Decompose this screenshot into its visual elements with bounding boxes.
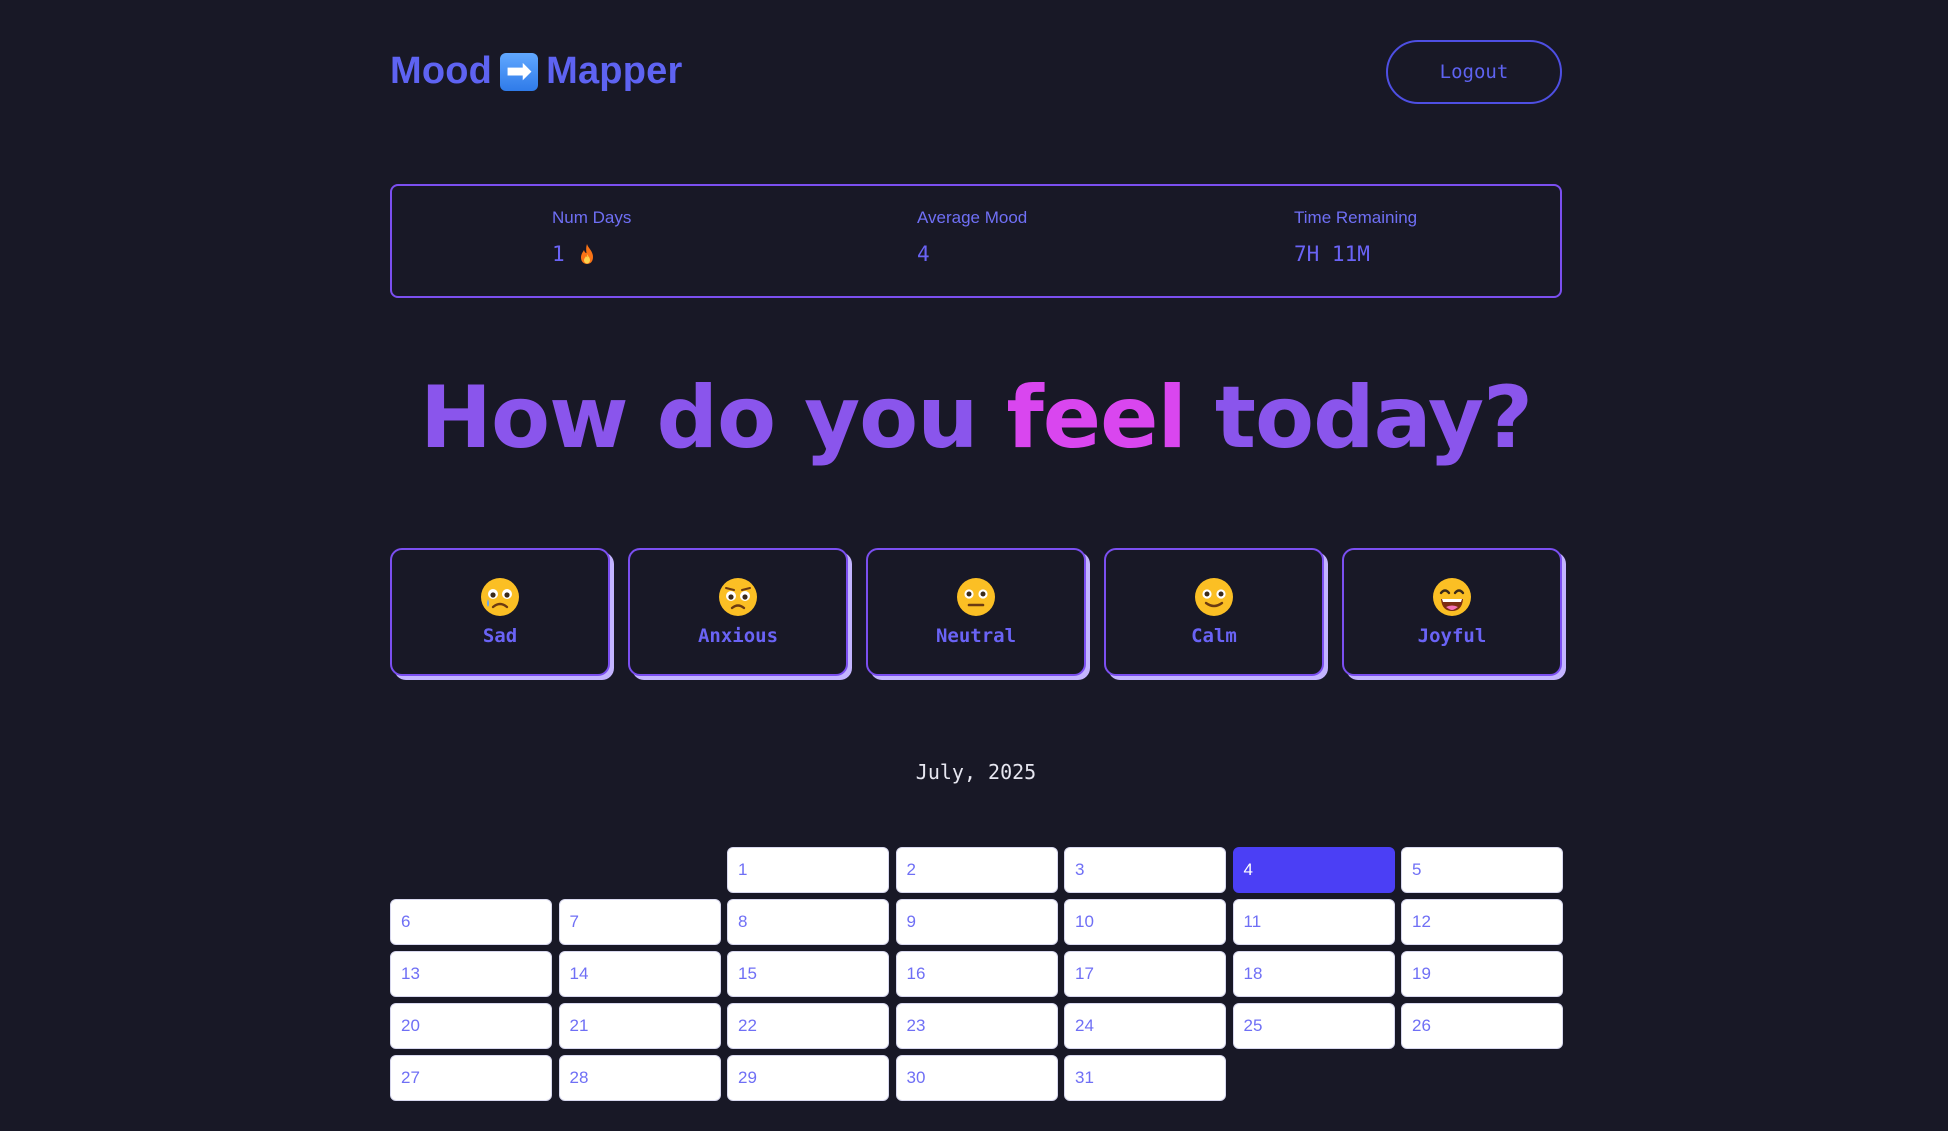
calendar-day-22[interactable]: 22 [727,1003,889,1049]
logout-button[interactable]: Logout [1386,40,1562,104]
time-remaining-value: 7H 11M [1294,242,1370,266]
page-title: How do you feel today? [390,368,1562,468]
calendar-day-10[interactable]: 10 [1064,899,1226,945]
slightly-smiling-face-icon [1195,578,1233,616]
calendar-day-27[interactable]: 27 [390,1055,552,1101]
crying-face-icon [481,578,519,616]
calendar-day-17[interactable]: 17 [1064,951,1226,997]
calendar-day-5[interactable]: 5 [1401,847,1563,893]
calendar-day-3[interactable]: 3 [1064,847,1226,893]
neutral-face-icon [957,578,995,616]
grinning-face-icon [1433,578,1471,616]
mood-label: Neutral [935,625,1017,647]
calendar-day-20[interactable]: 20 [390,1003,552,1049]
mood-button-anxious[interactable]: Anxious [628,548,848,676]
calendar-day-7[interactable]: 7 [558,899,721,945]
average-mood-value: 4 [917,242,930,266]
calendar-day-18[interactable]: 18 [1232,951,1395,997]
calendar-day-25[interactable]: 25 [1232,1003,1395,1049]
calendar-day-13[interactable]: 13 [390,951,552,997]
calendar-day-28[interactable]: 28 [558,1055,721,1101]
mood-label: Calm [1191,625,1237,647]
title-part-1: How do you [420,368,1007,468]
worried-face-icon [719,578,757,616]
logo-word-mood: Mood [390,50,493,92]
calendar-day-24[interactable]: 24 [1064,1003,1226,1049]
calendar-day-4[interactable]: 4 [1232,847,1395,893]
calendar-day-29[interactable]: 29 [727,1055,889,1101]
title-part-2: today? [1185,368,1533,468]
stat-label: Average Mood [917,208,1028,227]
calendar-day-19[interactable]: 19 [1401,951,1563,997]
logo-word-mapper: Mapper [546,50,683,92]
stat-label: Time Remaining [1294,208,1418,227]
stat-num-days: Num Days 1 [552,208,631,266]
app-root: Mood ➡ Mapper Logout Num Days 1 Average … [0,0,1948,1131]
logo[interactable]: Mood ➡ Mapper [390,50,682,93]
calendar-day-8[interactable]: 8 [727,899,889,945]
stat-value: 1 [552,242,631,266]
mood-button-sad[interactable]: Sad [390,548,610,676]
mood-button-neutral[interactable]: Neutral [866,548,1086,676]
mood-button-calm[interactable]: Calm [1104,548,1324,676]
calendar-day-6[interactable]: 6 [390,899,552,945]
calendar-day-16[interactable]: 16 [895,951,1058,997]
mood-label: Joyful [1417,625,1487,647]
calendar-day-12[interactable]: 12 [1401,899,1563,945]
stat-value: 4 [917,242,1027,266]
month-label: July, 2025 [915,760,1037,784]
calendar-day-26[interactable]: 26 [1401,1003,1563,1049]
fire-icon [580,244,593,264]
calendar-day-30[interactable]: 30 [895,1055,1058,1101]
header: Mood ➡ Mapper Logout [390,40,1562,104]
calendar-day-23[interactable]: 23 [895,1003,1058,1049]
mood-button-joyful[interactable]: Joyful [1342,548,1562,676]
title-accent: feel [1006,368,1187,468]
mood-label: Anxious [697,625,779,647]
calendar-day-1[interactable]: 1 [727,847,889,893]
stat-value: 7H 11M [1294,242,1417,266]
right-arrow-icon: ➡ [500,52,539,91]
stat-label: Num Days [552,208,632,227]
stat-average-mood: Average Mood 4 [917,208,1027,266]
calendar-day-31[interactable]: 31 [1064,1055,1226,1101]
calendar-day-9[interactable]: 9 [895,899,1058,945]
stats-panel: Num Days 1 Average Mood 4 Time Remaining [390,184,1562,298]
mood-label: Sad [482,625,518,647]
stat-time-remaining: Time Remaining 7H 11M [1294,208,1417,266]
calendar-day-14[interactable]: 14 [558,951,721,997]
num-days-value: 1 [552,242,565,266]
calendar-day-15[interactable]: 15 [727,951,889,997]
mood-selector: Sad Anxious Neutral Calm Joyful [390,548,1566,684]
calendar-day-2[interactable]: 2 [895,847,1058,893]
calendar-day-21[interactable]: 21 [558,1003,721,1049]
calendar-day-11[interactable]: 11 [1232,899,1395,945]
